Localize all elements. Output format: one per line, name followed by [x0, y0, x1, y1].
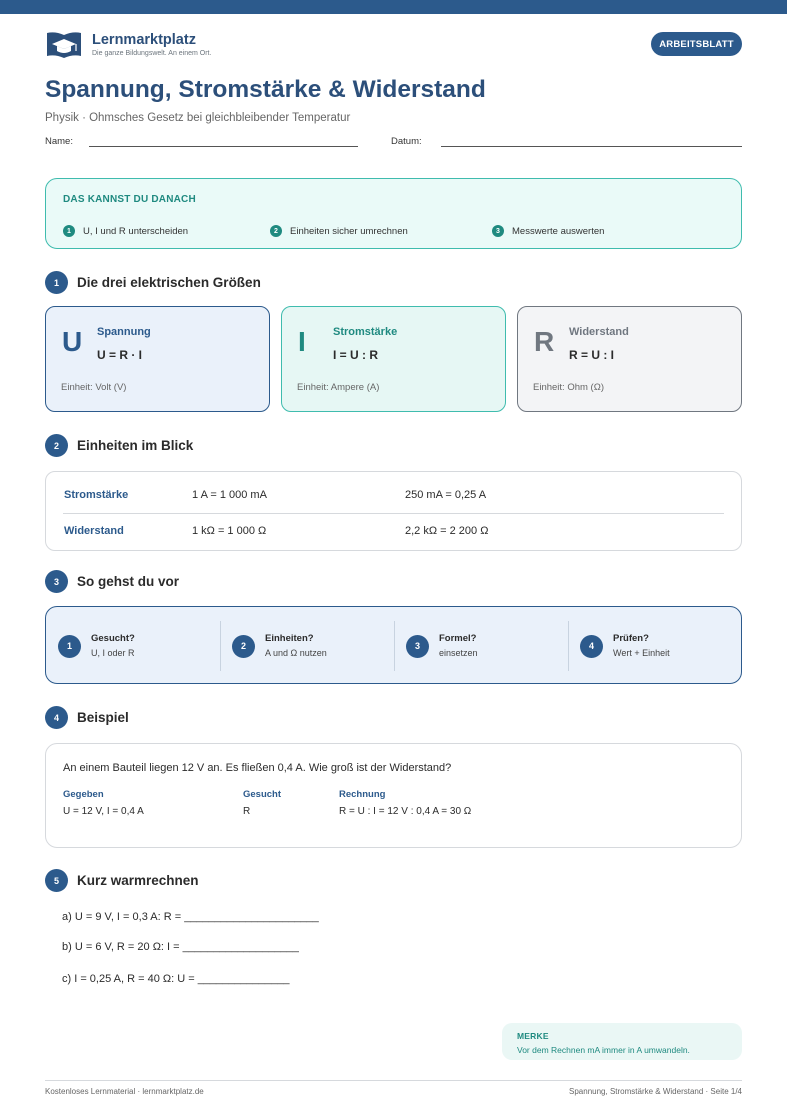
step-divider [394, 621, 395, 671]
quantity-name: Stromstärke [333, 326, 398, 338]
quantity-card-resistance: R Widerstand R = U : I Einheit: Ohm (Ω) [517, 306, 742, 412]
unit-conversion: 1 kΩ = 1 000 Ω [192, 525, 267, 537]
section-1-header: 1 Die drei elektrischen Größen [45, 271, 261, 294]
quantity-formula: U = R · I [97, 348, 143, 362]
step-divider [220, 621, 221, 671]
worksheet-badge: ARBEITSBLATT [651, 32, 742, 56]
unit-row-label: Stromstärke [64, 489, 129, 501]
graduation-cap-icon [45, 30, 83, 60]
example-box: An einem Bauteil liegen 12 V an. Es flie… [45, 743, 742, 848]
quantity-symbol: U [62, 326, 83, 357]
section-number: 4 [45, 706, 68, 729]
quantity-name: Spannung [97, 326, 151, 338]
exercise-a[interactable]: a) U = 9 V, I = 0,3 A: R = _____________… [62, 911, 319, 923]
learning-goals-box: DAS KANNST DU DANACH 1 U, I und R unters… [45, 178, 742, 249]
quantity-card-voltage: U Spannung U = R · I Einheit: Volt (V) [45, 306, 270, 412]
brand-logo: Lernmarktplatz Die ganze Bildungswelt. A… [45, 30, 211, 60]
step-item: 1 Gesucht? U, I oder R [58, 621, 135, 671]
goal-number: 1 [63, 225, 75, 237]
step-hint: A und Ω nutzen [265, 648, 327, 658]
calculation-value: R = U : I = 12 V : 0,4 A = 30 Ω [339, 806, 472, 817]
step-title: Formel? [439, 633, 477, 644]
goal-item: 1 U, I und R unterscheiden [63, 225, 188, 237]
goal-number: 3 [492, 225, 504, 237]
brand-name: Lernmarktplatz [92, 32, 196, 48]
calculation-label: Rechnung [339, 789, 386, 800]
quantity-name: Widerstand [569, 326, 629, 338]
quantity-symbol: R [534, 326, 555, 357]
name-field[interactable] [89, 146, 358, 147]
merke-note: MERKE Vor dem Rechnen mA immer in A umwa… [502, 1023, 742, 1060]
section-title: Einheiten im Blick [77, 438, 194, 453]
page-title: Spannung, Stromstärke & Widerstand [45, 76, 486, 103]
step-number: 1 [58, 634, 81, 658]
goal-item: 2 Einheiten sicher umrechnen [270, 225, 408, 237]
section-number: 1 [45, 271, 68, 294]
goal-number: 2 [270, 225, 282, 237]
section-2-header: 2 Einheiten im Blick [45, 434, 193, 457]
step-hint: U, I oder R [91, 648, 135, 658]
row-divider [63, 513, 724, 514]
date-label: Datum: [391, 136, 422, 147]
merke-text: Vor dem Rechnen mA immer in A umwandeln. [517, 1045, 690, 1055]
quantity-unit: Einheit: Ampere (A) [297, 382, 380, 393]
name-label: Name: [45, 136, 73, 147]
exercise-c[interactable]: c) I = 0,25 A, R = 40 Ω: U = ___________… [62, 973, 289, 985]
footer-divider [45, 1080, 742, 1081]
units-table: Stromstärke 1 A = 1 000 mA 250 mA = 0,25… [45, 471, 742, 551]
quantity-formula: R = U : I [569, 348, 615, 362]
merke-title: MERKE [517, 1031, 549, 1041]
quantity-unit: Einheit: Volt (V) [61, 382, 127, 393]
section-title: Die drei elektrischen Größen [77, 275, 261, 290]
procedure-steps: 1 Gesucht? U, I oder R 2 Einheiten? A un… [45, 606, 742, 684]
given-value: U = 12 V, I = 0,4 A [63, 806, 144, 817]
quantity-card-current: I Stromstärke I = U : R Einheit: Ampere … [281, 306, 506, 412]
quantity-formula: I = U : R [333, 348, 379, 362]
section-number: 5 [45, 869, 68, 892]
top-accent-bar [0, 0, 787, 14]
footer-right: Spannung, Stromstärke & Widerstand · Sei… [569, 1087, 742, 1096]
step-hint: einsetzen [439, 648, 478, 658]
quantity-symbol: I [298, 326, 306, 357]
brand-tagline: Die ganze Bildungswelt. An einem Ort. [92, 50, 212, 57]
section-title: Kurz warmrechnen [77, 873, 199, 888]
step-item: 2 Einheiten? A und Ω nutzen [232, 621, 327, 671]
exercise-b[interactable]: b) U = 6 V, R = 20 Ω: I = ______________… [62, 941, 299, 953]
step-divider [568, 621, 569, 671]
step-hint: Wert + Einheit [613, 648, 670, 658]
date-field[interactable] [441, 146, 742, 147]
section-4-header: 4 Beispiel [45, 706, 129, 729]
step-number: 3 [406, 634, 429, 658]
step-title: Prüfen? [613, 633, 649, 644]
unit-conversion: 250 mA = 0,25 A [405, 489, 487, 501]
section-5-header: 5 Kurz warmrechnen [45, 869, 199, 892]
section-3-header: 3 So gehst du vor [45, 570, 179, 593]
section-number: 2 [45, 434, 68, 457]
section-title: Beispiel [77, 710, 129, 725]
step-title: Gesucht? [91, 633, 135, 644]
example-question: An einem Bauteil liegen 12 V an. Es flie… [63, 762, 452, 774]
step-item: 4 Prüfen? Wert + Einheit [580, 621, 670, 671]
given-label: Gegeben [63, 789, 104, 800]
goal-text: Einheiten sicher umrechnen [290, 225, 408, 237]
footer-left: Kostenloses Lernmaterial · lernmarktplat… [45, 1087, 204, 1096]
step-title: Einheiten? [265, 633, 314, 644]
goal-text: Messwerte auswerten [512, 225, 605, 237]
unit-conversion: 2,2 kΩ = 2 200 Ω [405, 525, 489, 537]
goal-text: U, I und R unterscheiden [83, 225, 189, 237]
goal-item: 3 Messwerte auswerten [492, 225, 604, 237]
page-subtitle: Physik · Ohmsches Gesetz bei gleichbleib… [45, 112, 351, 124]
wanted-label: Gesucht [243, 789, 282, 800]
goals-title: DAS KANNST DU DANACH [63, 194, 196, 205]
wanted-value: R [243, 806, 251, 817]
unit-row-label: Widerstand [64, 525, 124, 537]
unit-conversion: 1 A = 1 000 mA [192, 489, 267, 501]
step-number: 4 [580, 634, 603, 658]
section-title: So gehst du vor [77, 574, 180, 589]
section-number: 3 [45, 570, 68, 593]
step-number: 2 [232, 634, 255, 658]
step-item: 3 Formel? einsetzen [406, 621, 478, 671]
quantity-unit: Einheit: Ohm (Ω) [533, 382, 604, 393]
